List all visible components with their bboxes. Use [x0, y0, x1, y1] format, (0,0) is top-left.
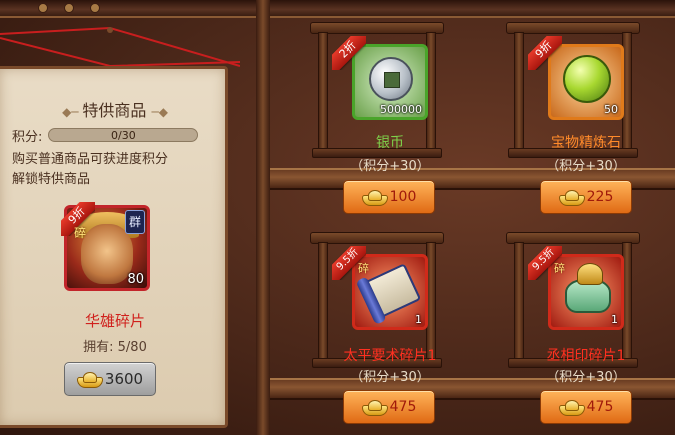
- shelf-pillar: [256, 0, 270, 435]
- discount-label: 9折: [528, 36, 562, 70]
- item-name: 银币: [376, 135, 404, 151]
- price-label: 225: [586, 189, 614, 205]
- item-score-bonus: （积分+30）: [546, 370, 626, 385]
- price-label: 3600: [104, 370, 144, 388]
- frame-stud: [64, 3, 74, 13]
- special-item-name: 华雄碎片: [84, 312, 145, 330]
- discount-label: 9.5折: [332, 246, 366, 280]
- special-goods-title: ◆─ 特供商品 ─◆: [20, 97, 210, 120]
- title-ornament-left: ◆─: [62, 105, 83, 119]
- score-progress-bar: 0/30: [48, 128, 199, 142]
- special-goods-description: 购买普通商品可获进度积分 解锁特供商品: [12, 150, 217, 190]
- gold-ingot-icon: [558, 400, 585, 416]
- item-score-bonus: （积分+30）: [546, 159, 626, 174]
- item-count: 80: [127, 272, 144, 287]
- item-name: 丞相印碎片1: [546, 348, 626, 364]
- price-label: 100: [389, 189, 417, 205]
- rack-roof: [506, 232, 640, 244]
- top-frame: [0, 0, 675, 18]
- item-name: 宝物精炼石: [551, 135, 621, 151]
- refining-stone-icon: [563, 55, 611, 103]
- special-goods-title-text: 特供商品: [82, 101, 147, 120]
- price-label: 475: [389, 399, 417, 415]
- price-label: 475: [586, 399, 614, 415]
- buy-refining-stone-button[interactable]: 225: [540, 180, 632, 214]
- item-quantity: 1: [611, 313, 618, 326]
- item-quantity: 50: [604, 103, 618, 116]
- buy-silver-coin-button[interactable]: 100: [343, 180, 435, 214]
- item-quantity: 500000: [380, 103, 422, 116]
- fragment-mark: 碎: [74, 226, 87, 240]
- rack-roof: [506, 22, 640, 34]
- frame-stud: [90, 3, 100, 13]
- faction-badge: 群: [125, 210, 145, 234]
- owned-count: 拥有: 5/80: [83, 340, 147, 355]
- score-label: 积分:: [12, 129, 43, 145]
- score-row: 积分: 0/30: [12, 126, 212, 145]
- description-line: 解锁特供商品: [12, 172, 91, 187]
- rack-post: [514, 242, 524, 362]
- rack-post: [318, 242, 328, 362]
- discount-tag: 9.5折: [332, 246, 366, 280]
- frame-stud: [38, 3, 48, 13]
- item-name: 太平要术碎片1: [343, 348, 437, 364]
- gold-ingot-icon: [76, 372, 103, 388]
- gold-ingot-icon: [558, 190, 585, 206]
- item-score-bonus: （积分+30）: [350, 370, 430, 385]
- discount-tag: 2折: [332, 36, 366, 70]
- scroll-icon: [362, 263, 422, 319]
- title-ornament-right: ─◆: [151, 105, 168, 119]
- discount-label: 2折: [332, 36, 366, 70]
- discount-label: 9.5折: [528, 246, 562, 280]
- seal-icon: [565, 263, 611, 313]
- rack-roof: [310, 232, 444, 244]
- gold-ingot-icon: [361, 190, 388, 206]
- special-buy-button[interactable]: 3600: [64, 362, 156, 396]
- silver-coin-icon: [369, 57, 413, 101]
- buy-chancellor-seal-button[interactable]: 475: [540, 390, 632, 424]
- buy-taiping-scroll-button[interactable]: 475: [343, 390, 435, 424]
- gold-ingot-icon: [361, 400, 388, 416]
- rack-roof: [310, 22, 444, 34]
- discount-tag: 9.5折: [528, 246, 562, 280]
- score-progress-text: 0/30: [111, 129, 136, 142]
- description-line: 购买普通商品可获进度积分: [12, 152, 169, 167]
- item-score-bonus: （积分+30）: [350, 159, 430, 174]
- hanging-rope: [0, 26, 240, 68]
- item-quantity: 1: [415, 313, 422, 326]
- discount-tag: 9折: [528, 36, 562, 70]
